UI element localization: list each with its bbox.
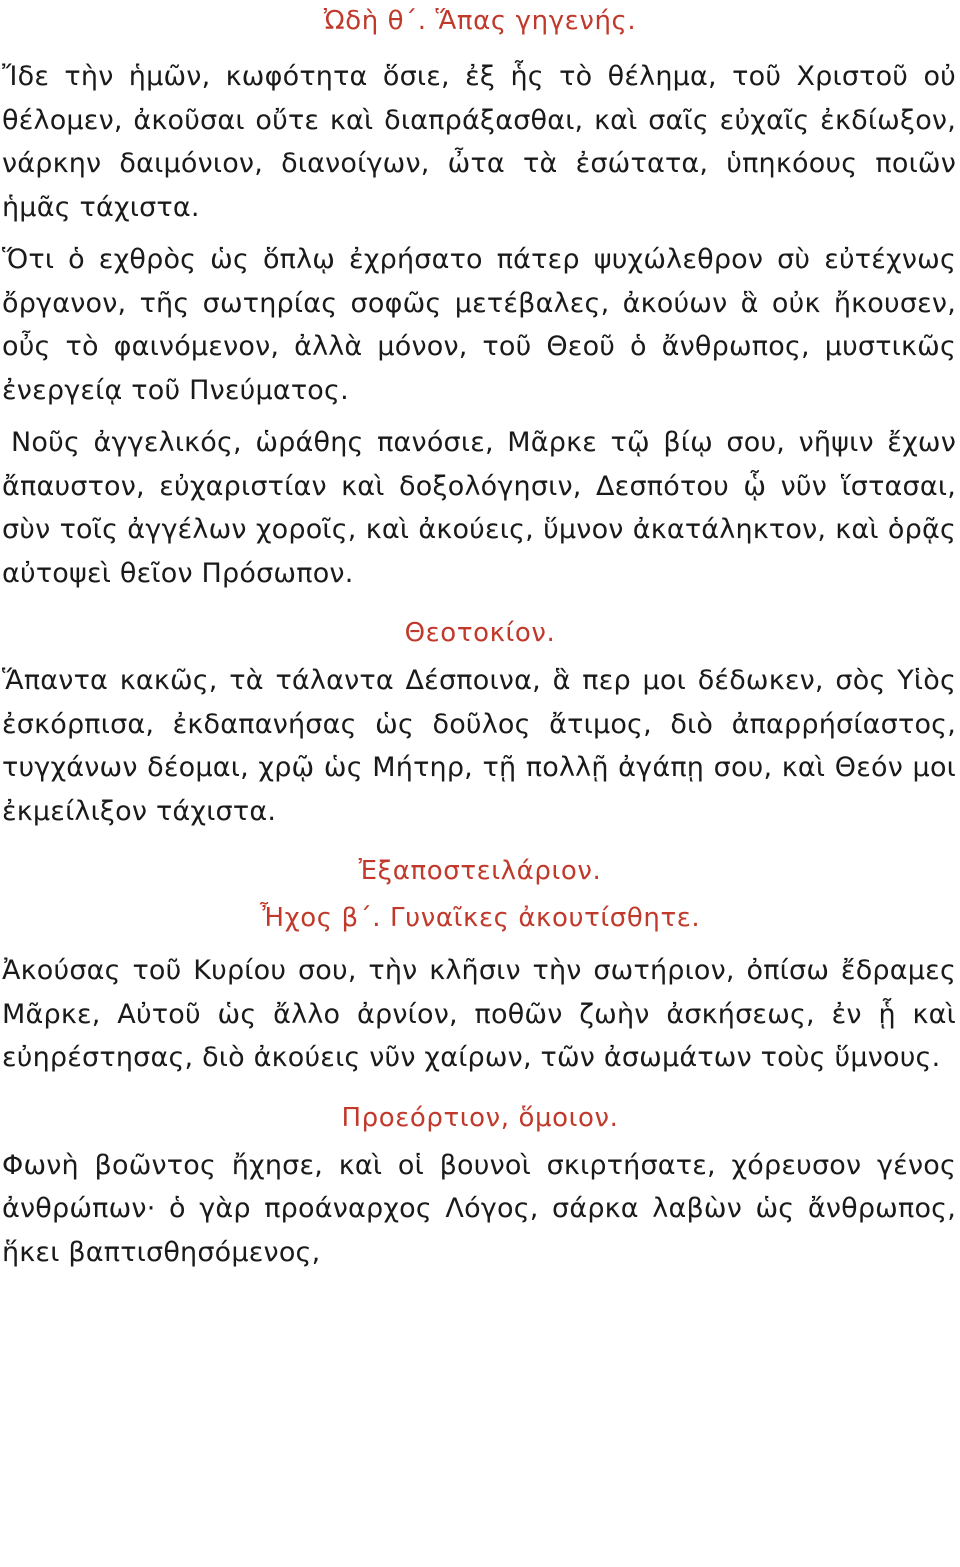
heading-ode-nine: Ὠδὴ θ΄. Ἅπας γηγενής. (323, 6, 637, 36)
heading-mode-prosomoion: Ἦχος β΄. Γυναῖκες ἀκουτίσθητε. (259, 903, 701, 933)
troparion-theotokion: Ἅπαντα κακῶς, τὰ τάλαντα Δέσποινα, ἃ περ… (2, 665, 956, 827)
document-page: Ὠδὴ θ΄. Ἅπας γηγενής. Ἴδε τὴν ἡμῶν, κωφό… (0, 0, 960, 1567)
heading-proeortion: Προεόρτιον, ὅμοιον. (341, 1102, 619, 1133)
troparion-second: Ὅτι ὁ εχθρὸς ὡς ὅπλῳ ἐχρήσατο πάτερ ψυχώ… (2, 244, 956, 406)
heading-exaposteilarion: Ἐξαποστειλάριον. (358, 856, 602, 886)
troparion-proeortion: Φωνὴ βοῶντος ἤχησε, καὶ οἱ βουνοὶ σκιρτή… (2, 1149, 956, 1268)
troparion-exaposteilarion: Ἀκούσας τοῦ Κυρίου σου, τὴν κλῆσιν τὴν σ… (2, 955, 956, 1073)
troparion-third: Νοῦς ἀγγελικός, ὡράθης πανόσιε, Μᾶρκε τῷ… (2, 427, 956, 589)
troparion-first: Ἴδε τὴν ἡμῶν, κωφότητα ὅσιε, ἐξ ἧς τὸ θέ… (2, 61, 956, 223)
troparion-proeortion-clip: Φωνὴ βοῶντος ἤχησε, καὶ οἱ βουνοὶ σκιρτή… (0, 1144, 960, 1274)
heading-theotokion: Θεοτοκίον. (404, 618, 556, 648)
